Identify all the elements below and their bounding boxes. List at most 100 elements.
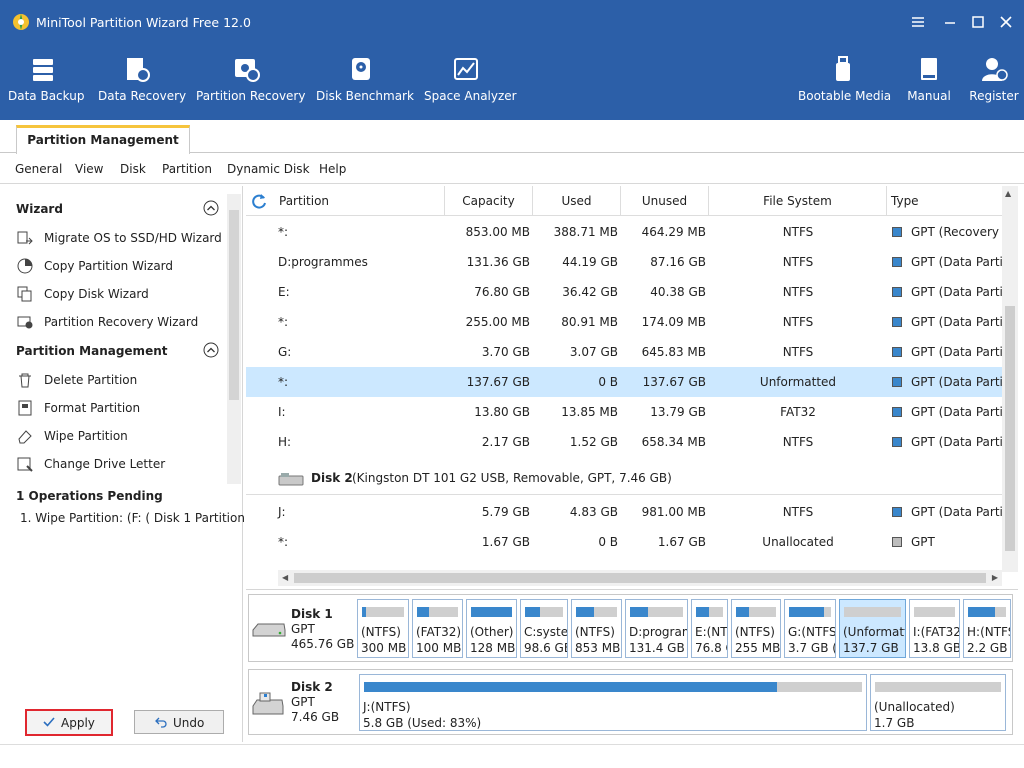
collapse-icon[interactable]: [203, 200, 219, 216]
menu-lines-icon[interactable]: [908, 12, 928, 32]
partition-segment[interactable]: (Other) 128 MB: [466, 599, 517, 658]
space-analyzer-button[interactable]: Space Analyzer: [424, 55, 517, 111]
disk1-map[interactable]: Disk 1 GPT 465.76 GB (NTFS) 300 MB (FAT32)…: [248, 594, 1013, 662]
partition-segment[interactable]: E:(NT 76.8 G: [691, 599, 728, 658]
data-recovery-button[interactable]: Data Recovery: [98, 55, 186, 111]
data-backup-button[interactable]: Data Backup: [8, 55, 84, 111]
column-capacity[interactable]: Capacity: [445, 186, 533, 216]
undo-button[interactable]: Undo: [134, 710, 224, 734]
segment-label: (NTFS): [735, 625, 775, 639]
table-row[interactable]: E: 76.80 GB 36.42 GB 40.38 GB NTFS GPT (Data …: [246, 277, 1011, 307]
column-unused[interactable]: Unused: [621, 186, 709, 216]
usage-fill: [417, 607, 430, 617]
column-partition[interactable]: Partition: [278, 186, 445, 216]
scroll-thumb[interactable]: [1005, 306, 1015, 551]
partition-segment[interactable]: (Unformatt 137.7 GB: [839, 599, 906, 658]
unused-cell: 13.79 GB: [650, 405, 706, 419]
copy-disk-icon: [17, 286, 32, 302]
usage-bar: [968, 607, 1006, 617]
manual-button[interactable]: Manual: [904, 55, 954, 111]
collapse-icon[interactable]: [203, 342, 219, 358]
change-drive-letter-action[interactable]: Change Drive Letter: [16, 454, 226, 474]
maximize-icon[interactable]: [968, 12, 988, 32]
table-row[interactable]: H: 2.17 GB 1.52 GB 658.34 MB NTFS GPT (Data P…: [246, 427, 1011, 457]
format-partition-action[interactable]: Format Partition: [16, 398, 226, 418]
partition-segment[interactable]: (Unallocated) 1.7 GB: [870, 674, 1006, 731]
segment-label: G:(NTFS: [788, 625, 836, 639]
segment-size: 255 MB: [735, 641, 781, 655]
toolbar-area: MiniTool Partition Wizard Free 12.0 Data…: [0, 0, 1024, 120]
partition-segment[interactable]: (NTFS) 300 MB: [357, 599, 409, 658]
partition-type-swatch: [892, 437, 902, 447]
capacity-cell: 137.67 GB: [466, 375, 530, 389]
column-used[interactable]: Used: [533, 186, 621, 216]
migrate-os-wizard[interactable]: Migrate OS to SSD/HD Wizard: [16, 228, 226, 248]
partition-segment[interactable]: I:(FAT32) 13.8 GB: [909, 599, 960, 658]
column-file-system[interactable]: File System: [709, 186, 887, 216]
menu-dynamic-disk[interactable]: Dynamic Disk: [227, 162, 310, 176]
disk2-header-row[interactable]: Disk 2 (Kingston DT 101 G2 USB, Removabl…: [246, 463, 1002, 495]
disk2-map[interactable]: Disk 2 GPT 7.46 GB J:(NTFS) 5.8 GB (Used:…: [248, 669, 1013, 735]
segment-size: 3.7 GB (U: [788, 641, 835, 655]
segment-size: 1.7 GB: [874, 716, 915, 730]
table-row[interactable]: *: 1.67 GB 0 B 1.67 GB Unallocated GPT: [246, 527, 1002, 557]
copy-partition-icon: [17, 258, 33, 274]
scroll-up-icon[interactable]: ▲: [1005, 189, 1011, 198]
panel-scrollbar[interactable]: [227, 194, 241, 484]
partition-segment[interactable]: (FAT32) 100 MB: [412, 599, 463, 658]
scroll-left-icon[interactable]: ◀: [282, 573, 288, 582]
used-cell: 36.42 GB: [562, 285, 618, 299]
minimize-icon[interactable]: [940, 12, 960, 32]
table-row[interactable]: J: 5.79 GB 4.83 GB 981.00 MB NTFS GPT (Data P…: [246, 497, 1011, 527]
partition-segment[interactable]: (NTFS) 853 MB: [571, 599, 622, 658]
check-icon: [43, 717, 55, 727]
table-row[interactable]: *: 137.67 GB 0 B 137.67 GB Unformatted GPT (D…: [246, 367, 1011, 397]
menu-partition[interactable]: Partition: [162, 162, 212, 176]
wipe-partition-action[interactable]: Wipe Partition: [16, 426, 226, 446]
tab-partition-management[interactable]: Partition Management: [16, 125, 190, 154]
partition-segment[interactable]: G:(NTFS 3.7 GB (U: [784, 599, 836, 658]
partition-recovery-wizard[interactable]: Partition Recovery Wizard: [16, 312, 226, 332]
type-cell: GPT (Data Partiti: [911, 375, 1011, 389]
scroll-thumb[interactable]: [229, 210, 239, 400]
unused-cell: 1.67 GB: [657, 535, 706, 549]
scroll-thumb[interactable]: [294, 573, 986, 583]
column-type[interactable]: Type: [887, 186, 1002, 216]
table-row[interactable]: D:programmes 131.36 GB 44.19 GB 87.16 GB NTF…: [246, 247, 1011, 277]
partition-type-swatch: [892, 377, 902, 387]
table-row[interactable]: I: 13.80 GB 13.85 MB 13.79 GB FAT32 GPT (Data…: [246, 397, 1011, 427]
used-cell: 0 B: [598, 535, 618, 549]
table-vertical-scrollbar[interactable]: ▲: [1002, 186, 1018, 572]
bootable-media-button[interactable]: Bootable Media: [798, 55, 891, 111]
menu-general[interactable]: General: [15, 162, 62, 176]
register-button[interactable]: Register: [966, 55, 1022, 111]
menu-view[interactable]: View: [75, 162, 103, 176]
disk-benchmark-button[interactable]: Disk Benchmark: [316, 55, 414, 111]
menu-disk[interactable]: Disk: [120, 162, 146, 176]
pending-operation-item[interactable]: 1. Wipe Partition: (F: ( Disk 1 Partitio…: [20, 511, 256, 525]
refresh-icon[interactable]: [250, 192, 268, 210]
partition-recovery-button[interactable]: Partition Recovery: [196, 55, 305, 111]
close-icon[interactable]: [996, 12, 1016, 32]
table-row[interactable]: *: 853.00 MB 388.71 MB 464.29 MB NTFS GPT (Re…: [246, 217, 1017, 247]
copy-partition-wizard[interactable]: Copy Partition Wizard: [16, 256, 226, 276]
scroll-right-icon[interactable]: ▶: [992, 573, 998, 582]
partition-type-swatch: [892, 507, 902, 517]
action-panel: Wizard Migrate OS to SSD/HD Wizard Copy …: [5, 186, 256, 742]
partition-segment[interactable]: J:(NTFS) 5.8 GB (Used: 83%): [359, 674, 867, 731]
type-cell: GPT: [911, 535, 935, 549]
apply-button[interactable]: Apply: [25, 709, 113, 736]
table-row[interactable]: *: 255.00 MB 80.91 MB 174.09 MB NTFS GPT (Dat…: [246, 307, 1011, 337]
partition-segment[interactable]: C:syster 98.6 GB: [520, 599, 568, 658]
partition-segment[interactable]: H:(NTFS 2.2 GB (U: [963, 599, 1011, 658]
delete-partition-action[interactable]: Delete Partition: [16, 370, 226, 390]
partition-segment[interactable]: D:program 131.4 GB (U: [625, 599, 688, 658]
file-system-cell: Unformatted: [759, 375, 837, 389]
menu-help[interactable]: Help: [319, 162, 346, 176]
partition-segment[interactable]: (NTFS) 255 MB: [731, 599, 781, 658]
table-row[interactable]: G: 3.70 GB 3.07 GB 645.83 MB NTFS GPT (Data P…: [246, 337, 1011, 367]
partition-cell: H:: [278, 435, 292, 449]
table-horizontal-scrollbar[interactable]: ◀ ▶: [278, 570, 1002, 586]
type-cell: GPT (Data Partiti: [911, 405, 1011, 419]
copy-disk-wizard[interactable]: Copy Disk Wizard: [16, 284, 226, 304]
